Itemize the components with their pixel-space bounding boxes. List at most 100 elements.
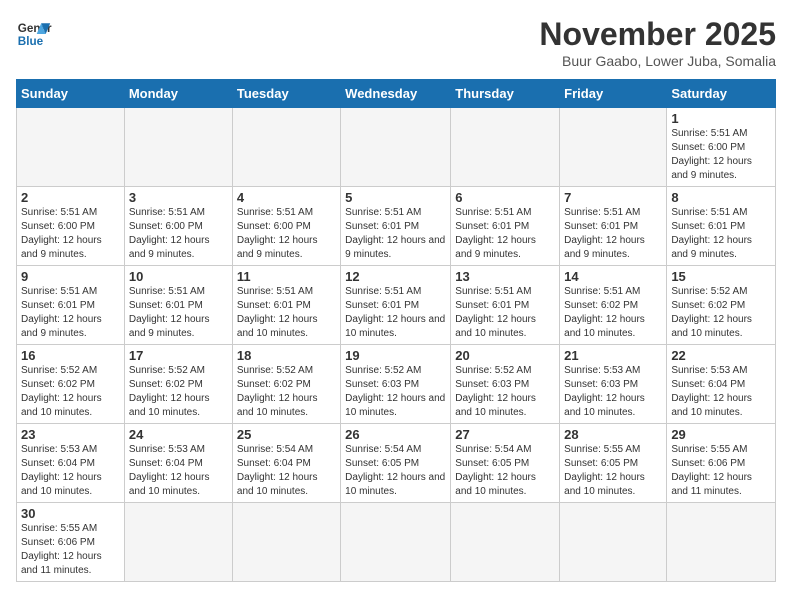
weekday-header-tuesday: Tuesday xyxy=(232,80,340,108)
weekday-header-saturday: Saturday xyxy=(667,80,776,108)
day-info: Sunrise: 5:55 AM Sunset: 6:06 PM Dayligh… xyxy=(671,443,771,499)
day-info: Sunrise: 5:54 AM Sunset: 6:04 PM Dayligh… xyxy=(237,443,336,499)
day-info: Sunrise: 5:51 AM Sunset: 6:00 PM Dayligh… xyxy=(237,206,336,262)
calendar-cell: 12Sunrise: 5:51 AM Sunset: 6:01 PM Dayli… xyxy=(341,266,451,345)
day-number: 2 xyxy=(21,190,120,205)
calendar-cell: 11Sunrise: 5:51 AM Sunset: 6:01 PM Dayli… xyxy=(232,266,340,345)
calendar-cell: 21Sunrise: 5:53 AM Sunset: 6:03 PM Dayli… xyxy=(560,345,667,424)
day-number: 18 xyxy=(237,348,336,363)
month-title: November 2025 xyxy=(539,16,776,53)
day-info: Sunrise: 5:54 AM Sunset: 6:05 PM Dayligh… xyxy=(455,443,555,499)
weekday-header-friday: Friday xyxy=(560,80,667,108)
weekday-header-wednesday: Wednesday xyxy=(341,80,451,108)
day-info: Sunrise: 5:53 AM Sunset: 6:03 PM Dayligh… xyxy=(564,364,662,420)
calendar-cell: 8Sunrise: 5:51 AM Sunset: 6:01 PM Daylig… xyxy=(667,187,776,266)
day-info: Sunrise: 5:52 AM Sunset: 6:02 PM Dayligh… xyxy=(21,364,120,420)
calendar-row-3: 16Sunrise: 5:52 AM Sunset: 6:02 PM Dayli… xyxy=(17,345,776,424)
calendar-cell: 2Sunrise: 5:51 AM Sunset: 6:00 PM Daylig… xyxy=(17,187,125,266)
day-info: Sunrise: 5:51 AM Sunset: 6:01 PM Dayligh… xyxy=(237,285,336,341)
day-number: 21 xyxy=(564,348,662,363)
day-number: 13 xyxy=(455,269,555,284)
calendar-cell: 3Sunrise: 5:51 AM Sunset: 6:00 PM Daylig… xyxy=(124,187,232,266)
location: Buur Gaabo, Lower Juba, Somalia xyxy=(539,53,776,69)
calendar-cell xyxy=(560,503,667,582)
day-number: 11 xyxy=(237,269,336,284)
calendar-cell: 15Sunrise: 5:52 AM Sunset: 6:02 PM Dayli… xyxy=(667,266,776,345)
day-number: 3 xyxy=(129,190,228,205)
day-number: 26 xyxy=(345,427,446,442)
day-info: Sunrise: 5:51 AM Sunset: 6:00 PM Dayligh… xyxy=(671,127,771,183)
calendar-cell: 7Sunrise: 5:51 AM Sunset: 6:01 PM Daylig… xyxy=(560,187,667,266)
calendar-cell xyxy=(17,108,125,187)
calendar-cell: 29Sunrise: 5:55 AM Sunset: 6:06 PM Dayli… xyxy=(667,424,776,503)
day-info: Sunrise: 5:53 AM Sunset: 6:04 PM Dayligh… xyxy=(21,443,120,499)
day-number: 15 xyxy=(671,269,771,284)
calendar-cell: 24Sunrise: 5:53 AM Sunset: 6:04 PM Dayli… xyxy=(124,424,232,503)
day-info: Sunrise: 5:51 AM Sunset: 6:01 PM Dayligh… xyxy=(345,206,446,262)
day-info: Sunrise: 5:51 AM Sunset: 6:01 PM Dayligh… xyxy=(455,285,555,341)
calendar-cell xyxy=(232,108,340,187)
page-header: General Blue November 2025 Buur Gaabo, L… xyxy=(16,16,776,69)
day-info: Sunrise: 5:52 AM Sunset: 6:02 PM Dayligh… xyxy=(671,285,771,341)
calendar-cell: 5Sunrise: 5:51 AM Sunset: 6:01 PM Daylig… xyxy=(341,187,451,266)
day-info: Sunrise: 5:51 AM Sunset: 6:00 PM Dayligh… xyxy=(129,206,228,262)
calendar-cell xyxy=(124,108,232,187)
calendar-cell: 27Sunrise: 5:54 AM Sunset: 6:05 PM Dayli… xyxy=(451,424,560,503)
logo-icon: General Blue xyxy=(16,16,52,52)
title-block: November 2025 Buur Gaabo, Lower Juba, So… xyxy=(539,16,776,69)
calendar-cell: 20Sunrise: 5:52 AM Sunset: 6:03 PM Dayli… xyxy=(451,345,560,424)
day-number: 4 xyxy=(237,190,336,205)
day-info: Sunrise: 5:55 AM Sunset: 6:06 PM Dayligh… xyxy=(21,522,120,578)
calendar-cell: 16Sunrise: 5:52 AM Sunset: 6:02 PM Dayli… xyxy=(17,345,125,424)
day-number: 10 xyxy=(129,269,228,284)
calendar-cell: 4Sunrise: 5:51 AM Sunset: 6:00 PM Daylig… xyxy=(232,187,340,266)
day-number: 9 xyxy=(21,269,120,284)
calendar-table: SundayMondayTuesdayWednesdayThursdayFrid… xyxy=(16,79,776,582)
day-number: 28 xyxy=(564,427,662,442)
calendar-cell: 17Sunrise: 5:52 AM Sunset: 6:02 PM Dayli… xyxy=(124,345,232,424)
day-number: 29 xyxy=(671,427,771,442)
day-info: Sunrise: 5:51 AM Sunset: 6:01 PM Dayligh… xyxy=(129,285,228,341)
calendar-cell: 22Sunrise: 5:53 AM Sunset: 6:04 PM Dayli… xyxy=(667,345,776,424)
calendar-row-0: 1Sunrise: 5:51 AM Sunset: 6:00 PM Daylig… xyxy=(17,108,776,187)
calendar-cell: 28Sunrise: 5:55 AM Sunset: 6:05 PM Dayli… xyxy=(560,424,667,503)
day-number: 23 xyxy=(21,427,120,442)
day-number: 12 xyxy=(345,269,446,284)
day-number: 16 xyxy=(21,348,120,363)
day-info: Sunrise: 5:55 AM Sunset: 6:05 PM Dayligh… xyxy=(564,443,662,499)
calendar-cell xyxy=(124,503,232,582)
day-number: 14 xyxy=(564,269,662,284)
day-info: Sunrise: 5:52 AM Sunset: 6:02 PM Dayligh… xyxy=(129,364,228,420)
calendar-row-1: 2Sunrise: 5:51 AM Sunset: 6:00 PM Daylig… xyxy=(17,187,776,266)
day-info: Sunrise: 5:51 AM Sunset: 6:02 PM Dayligh… xyxy=(564,285,662,341)
day-info: Sunrise: 5:52 AM Sunset: 6:03 PM Dayligh… xyxy=(455,364,555,420)
day-number: 22 xyxy=(671,348,771,363)
day-number: 7 xyxy=(564,190,662,205)
day-info: Sunrise: 5:54 AM Sunset: 6:05 PM Dayligh… xyxy=(345,443,446,499)
weekday-header-row: SundayMondayTuesdayWednesdayThursdayFrid… xyxy=(17,80,776,108)
calendar-row-5: 30Sunrise: 5:55 AM Sunset: 6:06 PM Dayli… xyxy=(17,503,776,582)
calendar-cell: 1Sunrise: 5:51 AM Sunset: 6:00 PM Daylig… xyxy=(667,108,776,187)
day-info: Sunrise: 5:51 AM Sunset: 6:01 PM Dayligh… xyxy=(455,206,555,262)
day-number: 30 xyxy=(21,506,120,521)
calendar-cell: 25Sunrise: 5:54 AM Sunset: 6:04 PM Dayli… xyxy=(232,424,340,503)
calendar-cell xyxy=(451,503,560,582)
calendar-cell: 18Sunrise: 5:52 AM Sunset: 6:02 PM Dayli… xyxy=(232,345,340,424)
day-info: Sunrise: 5:51 AM Sunset: 6:01 PM Dayligh… xyxy=(21,285,120,341)
day-info: Sunrise: 5:51 AM Sunset: 6:00 PM Dayligh… xyxy=(21,206,120,262)
calendar-row-2: 9Sunrise: 5:51 AM Sunset: 6:01 PM Daylig… xyxy=(17,266,776,345)
day-info: Sunrise: 5:51 AM Sunset: 6:01 PM Dayligh… xyxy=(564,206,662,262)
calendar-cell xyxy=(341,108,451,187)
weekday-header-sunday: Sunday xyxy=(17,80,125,108)
calendar-cell xyxy=(667,503,776,582)
calendar-row-4: 23Sunrise: 5:53 AM Sunset: 6:04 PM Dayli… xyxy=(17,424,776,503)
day-info: Sunrise: 5:53 AM Sunset: 6:04 PM Dayligh… xyxy=(129,443,228,499)
calendar-cell: 14Sunrise: 5:51 AM Sunset: 6:02 PM Dayli… xyxy=(560,266,667,345)
calendar-cell: 9Sunrise: 5:51 AM Sunset: 6:01 PM Daylig… xyxy=(17,266,125,345)
calendar-cell xyxy=(232,503,340,582)
calendar-cell: 26Sunrise: 5:54 AM Sunset: 6:05 PM Dayli… xyxy=(341,424,451,503)
day-info: Sunrise: 5:52 AM Sunset: 6:03 PM Dayligh… xyxy=(345,364,446,420)
day-number: 24 xyxy=(129,427,228,442)
day-number: 8 xyxy=(671,190,771,205)
day-number: 6 xyxy=(455,190,555,205)
